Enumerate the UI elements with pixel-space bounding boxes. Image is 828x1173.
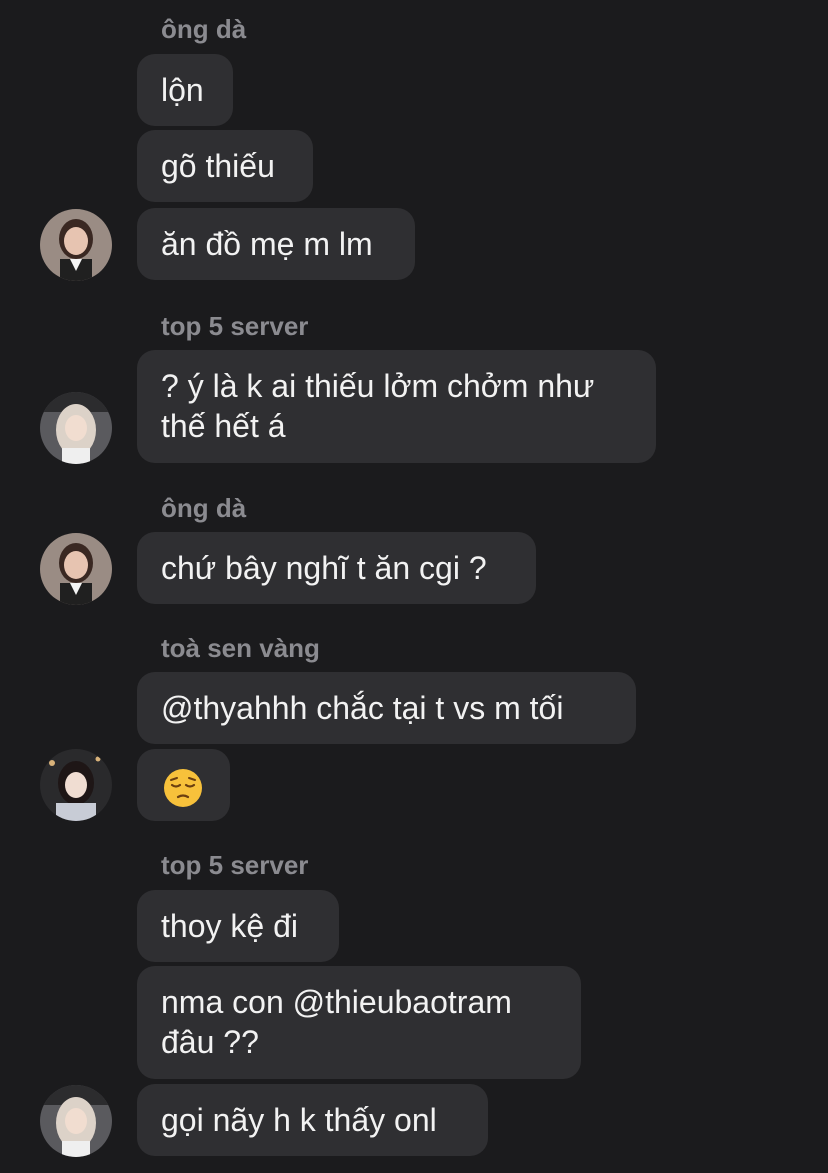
avatar[interactable] — [40, 533, 112, 605]
avatar-photo — [40, 749, 112, 821]
avatar[interactable] — [40, 1085, 112, 1157]
sender-name: ông dà — [161, 493, 247, 523]
avatar[interactable] — [40, 209, 112, 281]
message-text-line: đâu ?? — [161, 1024, 259, 1060]
message-bubble[interactable]: gõ thiếu — [137, 130, 313, 202]
sender-name: top 5 server — [161, 311, 309, 341]
message-bubble[interactable]: chứ bây nghĩ t ăn cgi ? — [137, 532, 536, 604]
message-bubble[interactable] — [137, 749, 230, 821]
message-bubble[interactable]: ăn đồ mẹ m lm — [137, 208, 415, 280]
avatar-photo — [40, 392, 112, 464]
message-text: gọi nãy h k thấy onl — [161, 1102, 437, 1138]
message-bubble[interactable]: @thyahhh chắc tại t vs m tối — [137, 672, 636, 744]
avatar[interactable] — [40, 749, 112, 821]
message-text: chứ bây nghĩ t ăn cgi ? — [161, 550, 487, 586]
message-text: thoy kệ đi — [161, 908, 298, 944]
message-text-line: nma con @thieubaotram — [161, 984, 512, 1020]
message-text: gõ thiếu — [161, 148, 275, 184]
sender-name: ông dà — [161, 14, 247, 44]
sender-name: top 5 server — [161, 850, 309, 880]
message-bubble[interactable]: gọi nãy h k thấy onl — [137, 1084, 488, 1156]
avatar-photo — [40, 533, 112, 605]
pensive-face-icon — [163, 768, 203, 808]
avatar-photo — [40, 1085, 112, 1157]
sender-name: toà sen vàng — [161, 633, 320, 663]
avatar[interactable] — [40, 392, 112, 464]
message-bubble[interactable]: lộn — [137, 54, 233, 126]
message-bubble[interactable]: nma con @thieubaotram đâu ?? — [137, 966, 581, 1079]
avatar-photo — [40, 209, 112, 281]
message-text-line: ? ý là k ai thiếu lởm chởm như — [161, 368, 595, 404]
message-text: lộn — [161, 72, 204, 108]
message-text: ăn đồ mẹ m lm — [161, 226, 373, 262]
message-bubble[interactable]: thoy kệ đi — [137, 890, 339, 962]
message-text-line: thế hết á — [161, 408, 286, 444]
message-text: @thyahhh chắc tại t vs m tối — [161, 690, 564, 726]
message-bubble[interactable]: ? ý là k ai thiếu lởm chởm như thế hết á — [137, 350, 656, 463]
